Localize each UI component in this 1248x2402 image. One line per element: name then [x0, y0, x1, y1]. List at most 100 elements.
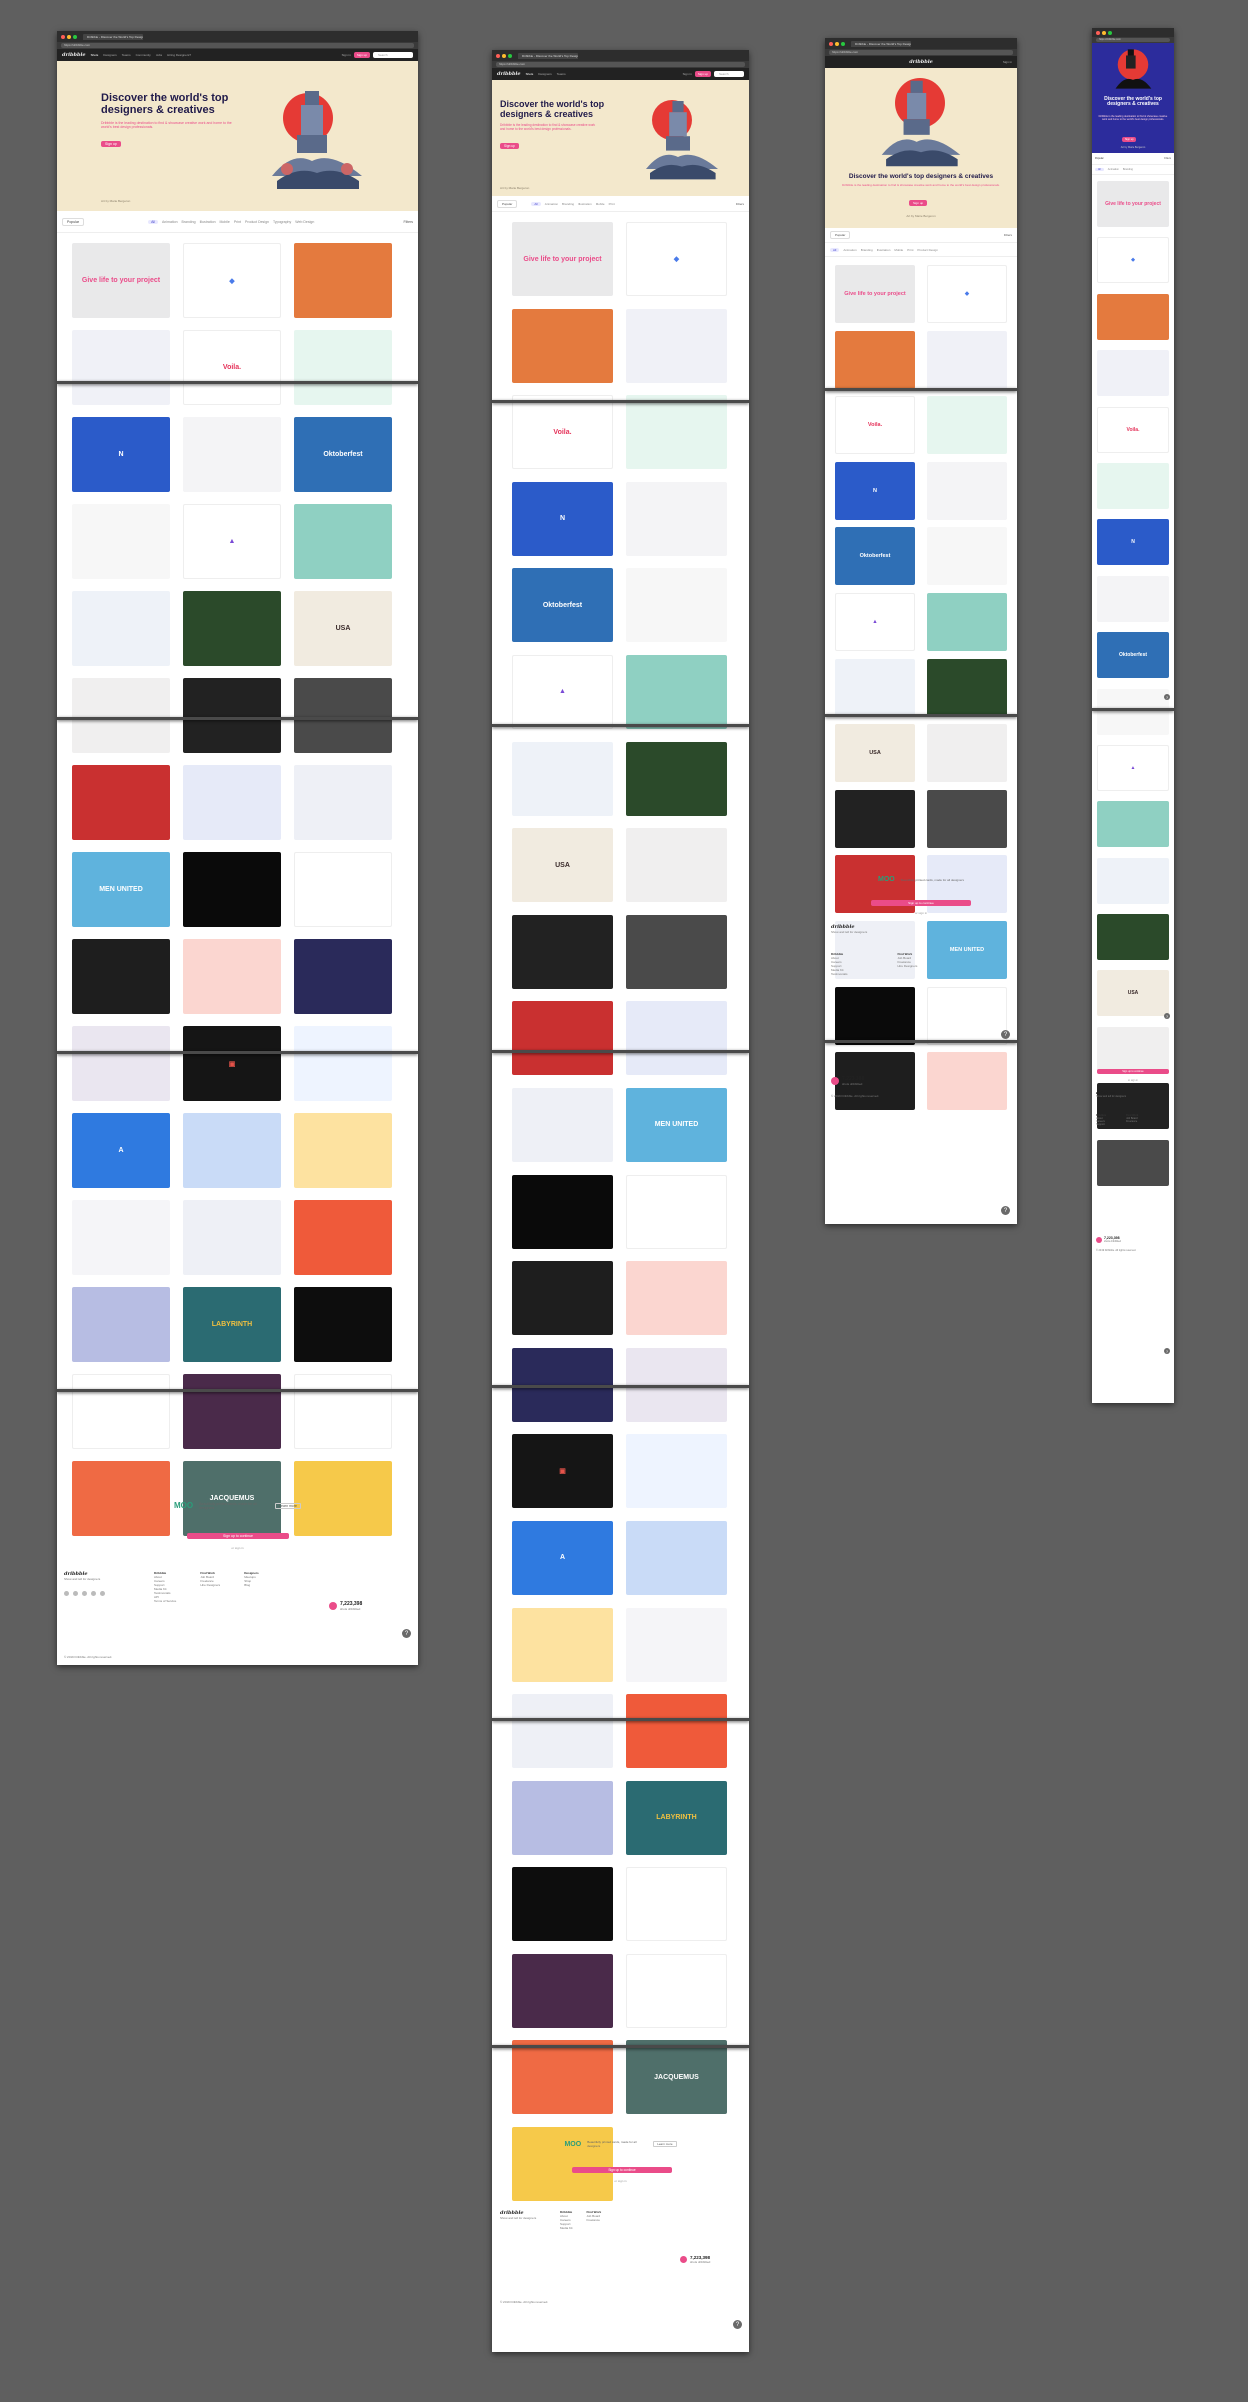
shot-card[interactable] [1097, 350, 1169, 397]
close-window-dot[interactable] [496, 53, 500, 58]
shot-card[interactable] [626, 308, 727, 383]
nav-link-teams[interactable]: Teams [122, 53, 131, 57]
shot-card[interactable] [294, 243, 392, 318]
shot-card[interactable]: ◆ [183, 243, 281, 318]
hero-signup-button[interactable]: Sign up [500, 143, 519, 149]
dribbble-logo[interactable]: dribbble [62, 52, 86, 58]
shot-card[interactable] [183, 765, 281, 840]
shot-card[interactable]: ◆ [927, 265, 1007, 323]
category-mobile[interactable]: Mobile [220, 220, 230, 224]
shot-card[interactable]: Oktoberfest [835, 527, 915, 586]
shot-card[interactable] [183, 852, 281, 927]
close-window-dot[interactable] [1096, 30, 1100, 35]
shot-card[interactable]: ▣ [183, 1026, 281, 1101]
filters-button[interactable]: Filters [403, 220, 413, 224]
shot-card[interactable] [835, 330, 915, 389]
ad-learn-more-button[interactable]: Learn more [275, 1502, 301, 1509]
hero-credit[interactable]: Art by Marie Bergeron [825, 214, 1017, 218]
url-field[interactable]: https://dribbble.com [1096, 38, 1170, 42]
shot-card[interactable] [1097, 857, 1169, 904]
shot-card[interactable] [927, 658, 1007, 717]
shot-card[interactable] [626, 568, 727, 643]
shot-card[interactable] [183, 1113, 281, 1188]
category-product-design[interactable]: Product Design [245, 220, 269, 224]
shot-card[interactable] [626, 1953, 727, 2028]
shot-card[interactable] [72, 591, 170, 666]
shot-card[interactable] [927, 592, 1007, 651]
shot-card[interactable]: N [72, 417, 170, 492]
search-input[interactable]: Search [714, 71, 744, 77]
shot-card[interactable]: Give life to your project [72, 243, 170, 318]
shot-card[interactable]: ▲ [835, 592, 915, 651]
minimize-window-dot[interactable] [67, 34, 71, 39]
shot-card[interactable]: N [512, 481, 613, 556]
shot-card[interactable] [72, 765, 170, 840]
shot-card[interactable]: Oktoberfest [1097, 632, 1169, 679]
category-mobile[interactable]: Mobile [596, 202, 605, 206]
category-typography[interactable]: Typography [273, 220, 291, 224]
nav-link-shots[interactable]: Shots [526, 72, 534, 76]
sort-dropdown[interactable]: Popular [497, 199, 518, 208]
shot-card[interactable]: MEN UNITED [72, 852, 170, 927]
nav-link-designers[interactable]: Designers [538, 72, 552, 76]
maximize-window-dot[interactable] [73, 34, 77, 39]
shot-card[interactable] [512, 1001, 613, 1076]
browser-tab[interactable]: Dribbble - Discover the World's Top Desi… [851, 40, 911, 47]
shot-card[interactable]: Voila. [512, 395, 613, 470]
signin-link[interactable]: or sign in [1092, 1079, 1174, 1082]
footer-link[interactable]: Hire Designers [898, 964, 918, 968]
shot-card[interactable] [1097, 688, 1169, 735]
url-field[interactable]: https://dribbble.com [496, 62, 745, 67]
url-field[interactable]: https://dribbble.com [829, 50, 1013, 55]
shot-card[interactable] [1097, 1026, 1169, 1073]
shot-card[interactable] [626, 828, 727, 903]
shot-card[interactable] [835, 658, 915, 717]
footer-link[interactable]: Blog [244, 1583, 259, 1587]
category-animation[interactable]: Animation [545, 202, 558, 206]
category-illustration[interactable]: Illustration [578, 202, 592, 206]
shot-card[interactable] [72, 678, 170, 753]
shot-card[interactable]: Voila. [183, 330, 281, 405]
moo-logo[interactable]: MOO [174, 1501, 193, 1510]
shot-card[interactable] [626, 1261, 727, 1336]
category-print[interactable]: Print [907, 248, 913, 252]
category-illustration[interactable]: Illustration [877, 248, 891, 252]
shot-card[interactable] [927, 789, 1007, 848]
shot-card[interactable]: ▣ [512, 1434, 613, 1509]
maximize-window-dot[interactable] [508, 53, 512, 58]
shot-card[interactable] [512, 2040, 613, 2115]
shot-card[interactable] [512, 1867, 613, 1942]
shot-card[interactable] [294, 1287, 392, 1362]
filters-button[interactable]: Filters [1004, 233, 1012, 237]
shot-card[interactable]: Oktoberfest [294, 417, 392, 492]
shot-card[interactable] [626, 1174, 727, 1249]
hero-signup-button[interactable]: Sign up [101, 141, 121, 147]
shot-card[interactable] [294, 939, 392, 1014]
shot-card[interactable]: ▲ [183, 504, 281, 579]
shot-card[interactable]: Oktoberfest [512, 568, 613, 643]
category-all[interactable]: All [830, 247, 840, 252]
shot-card[interactable] [512, 1607, 613, 1682]
shot-card[interactable] [72, 1461, 170, 1536]
shot-card[interactable] [927, 396, 1007, 455]
shot-card[interactable]: A [72, 1113, 170, 1188]
help-icon[interactable]: ? [402, 1629, 411, 1638]
shot-card[interactable] [626, 1694, 727, 1769]
sort-dropdown[interactable]: Popular [62, 217, 85, 226]
browser-tab[interactable]: Dribbble - Discover the World's Top Desi… [83, 33, 143, 40]
shot-card[interactable] [626, 654, 727, 729]
signup-continue-button[interactable]: Sign up to continue [187, 1533, 289, 1539]
shot-card[interactable] [512, 308, 613, 383]
sign-in-link[interactable]: Sign in [342, 53, 351, 57]
shot-card[interactable]: Voila. [835, 396, 915, 455]
shot-card[interactable] [72, 1287, 170, 1362]
browser-tab[interactable]: Dribbble - Discover the World's Top Desi… [518, 52, 578, 59]
shot-card[interactable]: LABYRINTH [183, 1287, 281, 1362]
moo-logo[interactable]: MOO [878, 876, 895, 883]
hero-credit[interactable]: Art by Marie Bergeron [101, 199, 130, 203]
category-branding[interactable]: Branding [562, 202, 574, 206]
shot-card[interactable] [1097, 801, 1169, 848]
footer-link[interactable]: Freelance [1126, 1120, 1138, 1123]
signup-continue-button[interactable]: Sign up to continue [572, 2167, 672, 2173]
shot-card[interactable]: USA [512, 828, 613, 903]
